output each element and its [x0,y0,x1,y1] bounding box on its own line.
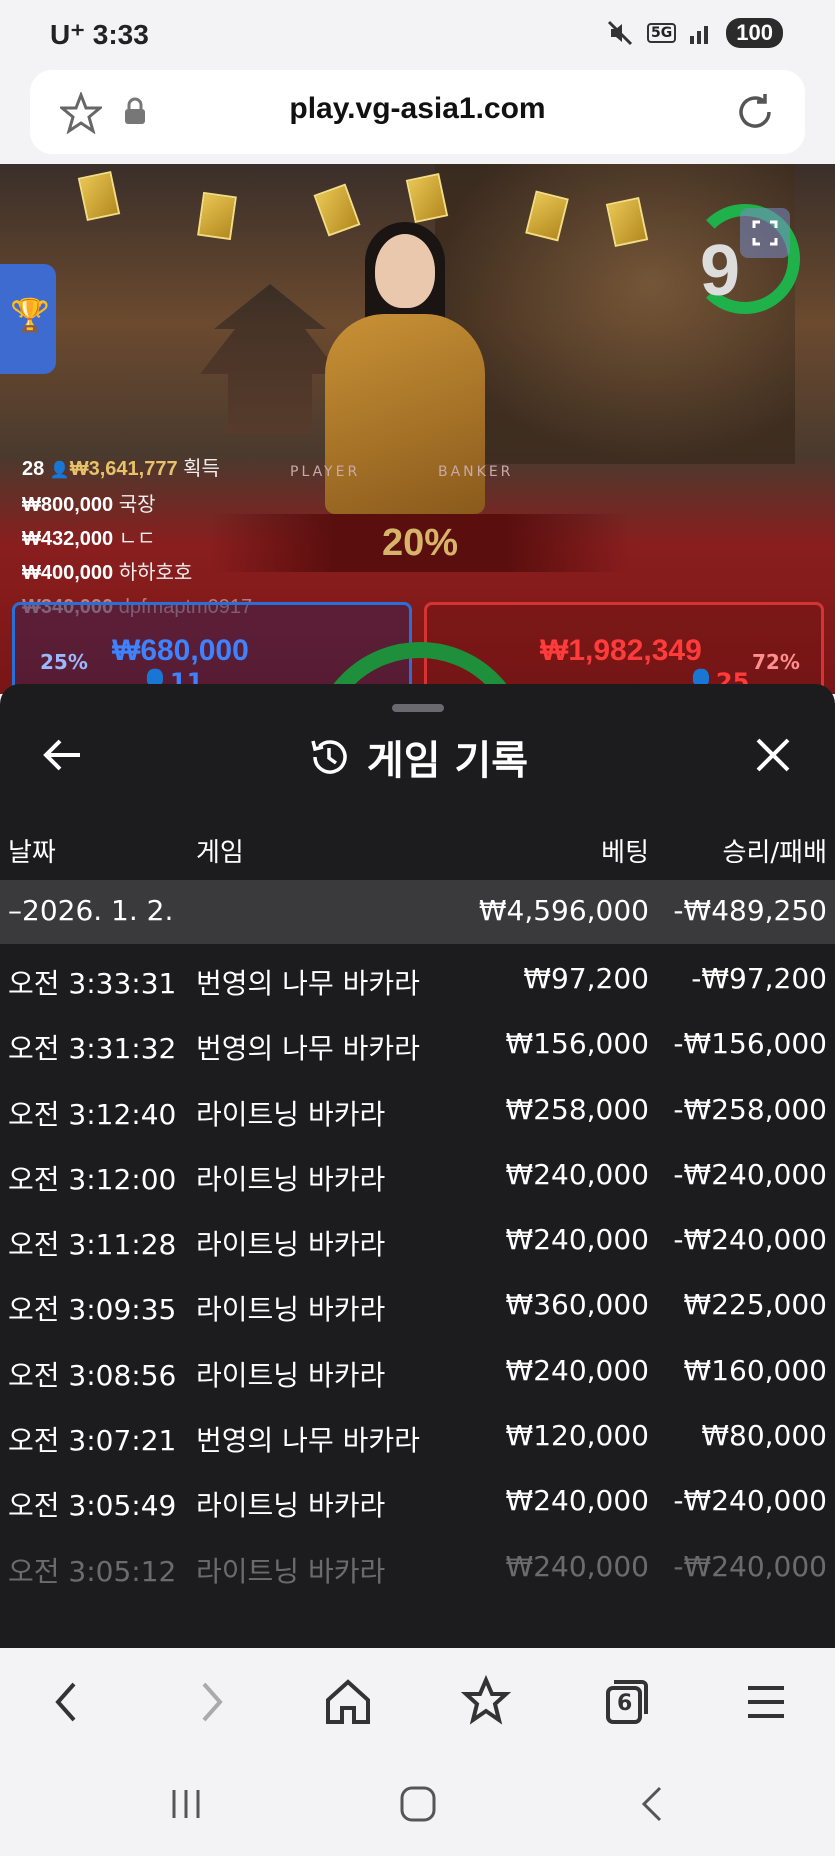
table-row[interactable]: 오전 3:33:31 번영의 나무 바카라 ₩97,200 -₩97,200 [0,948,835,1013]
player-percent: 25% [40,650,88,674]
history-table-header: 날짜 게임 베팅 승리/패배 [0,824,835,876]
tab-count: 6 [617,1691,633,1716]
signal-icon [690,26,709,44]
banker-percent: 72% [752,650,800,674]
day-result-total: -₩489,250 [673,894,827,927]
sheet-title: 게임 기록 [0,728,835,786]
sheet-drag-handle[interactable] [392,704,444,712]
table-row[interactable]: 오전 3:05:12 라이트닝 바카라 ₩240,000 -₩240,000 [0,1536,835,1601]
status-icons: 5G 100 [605,18,783,48]
leaderboard-tab[interactable]: 🏆 [0,264,56,374]
status-bar: U⁺ 3:33 5G 100 [0,0,835,68]
tabs-button[interactable]: 6 [598,1674,654,1730]
expand-icon [752,220,778,246]
countdown-number: 9 [700,231,741,311]
history-icon [311,740,347,774]
close-icon[interactable] [748,730,798,780]
forward-icon[interactable] [182,1674,238,1730]
browser-toolbar: 6 [0,1648,835,1752]
fullscreen-button[interactable] [740,208,790,258]
column-bet: 베팅 [601,838,649,868]
winners-label: 획득 [183,458,220,480]
home-icon[interactable] [320,1674,376,1730]
table-row[interactable]: 오전 3:08:56 라이트닝 바카라 ₩240,000 ₩160,000 [0,1340,835,1405]
day-date: –2026. 1. 2. [8,894,174,927]
live-game-view[interactable]: 🏆 9 28 👤₩3,641,777 획득 ₩800,000 국장 ₩432,0… [0,164,835,694]
table-row[interactable]: 오전 3:12:40 라이트닝 바카라 ₩258,000 -₩258,000 [0,1079,835,1144]
sheet-title-text: 게임 기록 [366,738,529,784]
history-rows: 오전 3:33:31 번영의 나무 바카라 ₩97,200 -₩97,200 오전 3… [0,948,835,1601]
day-summary-row[interactable]: –2026. 1. 2. ₩4,596,000 -₩489,250 [0,880,835,944]
carrier-label: U⁺ [50,19,85,50]
multiplier-banner: 20% [210,514,630,572]
winners-count: 28 [22,458,45,480]
column-result: 승리/패배 [722,838,827,868]
player-total: ₩680,000 [112,634,249,667]
url-text[interactable]: play.vg-asia1.com [30,92,805,126]
network-label: 5G [647,23,677,43]
clock: 3:33 [92,19,149,50]
menu-icon[interactable] [738,1674,794,1730]
table-row[interactable]: 오전 3:11:28 라이트닝 바카라 ₩240,000 -₩240,000 [0,1209,835,1274]
bookmarks-icon[interactable] [458,1674,514,1730]
status-carrier-time: U⁺ 3:33 [50,18,149,51]
system-nav-bar [0,1752,835,1856]
mute-icon [607,20,633,46]
address-bar[interactable]: play.vg-asia1.com [30,70,805,154]
winners-header: 28 👤₩3,641,777 획득 [22,458,220,480]
game-history-sheet: 게임 기록 날짜 게임 베팅 승리/패배 –2026. 1. 2. ₩4,596… [0,684,835,1648]
banker-total: ₩1,982,349 [540,634,702,667]
battery-indicator: 100 [726,18,783,48]
player-table-label: PLAYER [290,464,361,480]
system-back-icon[interactable] [630,1782,674,1826]
decor-card [77,170,121,222]
column-date: 날짜 [8,838,56,868]
banker-table-label: BANKER [438,464,514,480]
recent-apps-icon[interactable] [164,1782,208,1826]
winners-total: ₩3,641,777 [69,458,178,480]
trophy-icon: 🏆 [10,296,50,334]
table-row[interactable]: 오전 3:05:49 라이트닝 바카라 ₩240,000 -₩240,000 [0,1470,835,1535]
reload-icon[interactable] [733,90,777,134]
table-row[interactable]: 오전 3:07:21 번영의 나무 바카라 ₩120,000 ₩80,000 [0,1405,835,1470]
pagoda-backdrop [200,284,340,434]
table-row[interactable]: 오전 3:09:35 라이트닝 바카라 ₩360,000 ₩225,000 [0,1274,835,1339]
home-button-icon[interactable] [396,1782,440,1826]
column-game: 게임 [196,838,244,868]
back-icon[interactable] [40,1674,96,1730]
day-bet-total: ₩4,596,000 [478,894,649,927]
table-row[interactable]: 오전 3:12:00 라이트닝 바카라 ₩240,000 -₩240,000 [0,1144,835,1209]
table-row[interactable]: 오전 3:31:32 번영의 나무 바카라 ₩156,000 -₩156,000 [0,1013,835,1078]
decor-card [197,191,237,241]
